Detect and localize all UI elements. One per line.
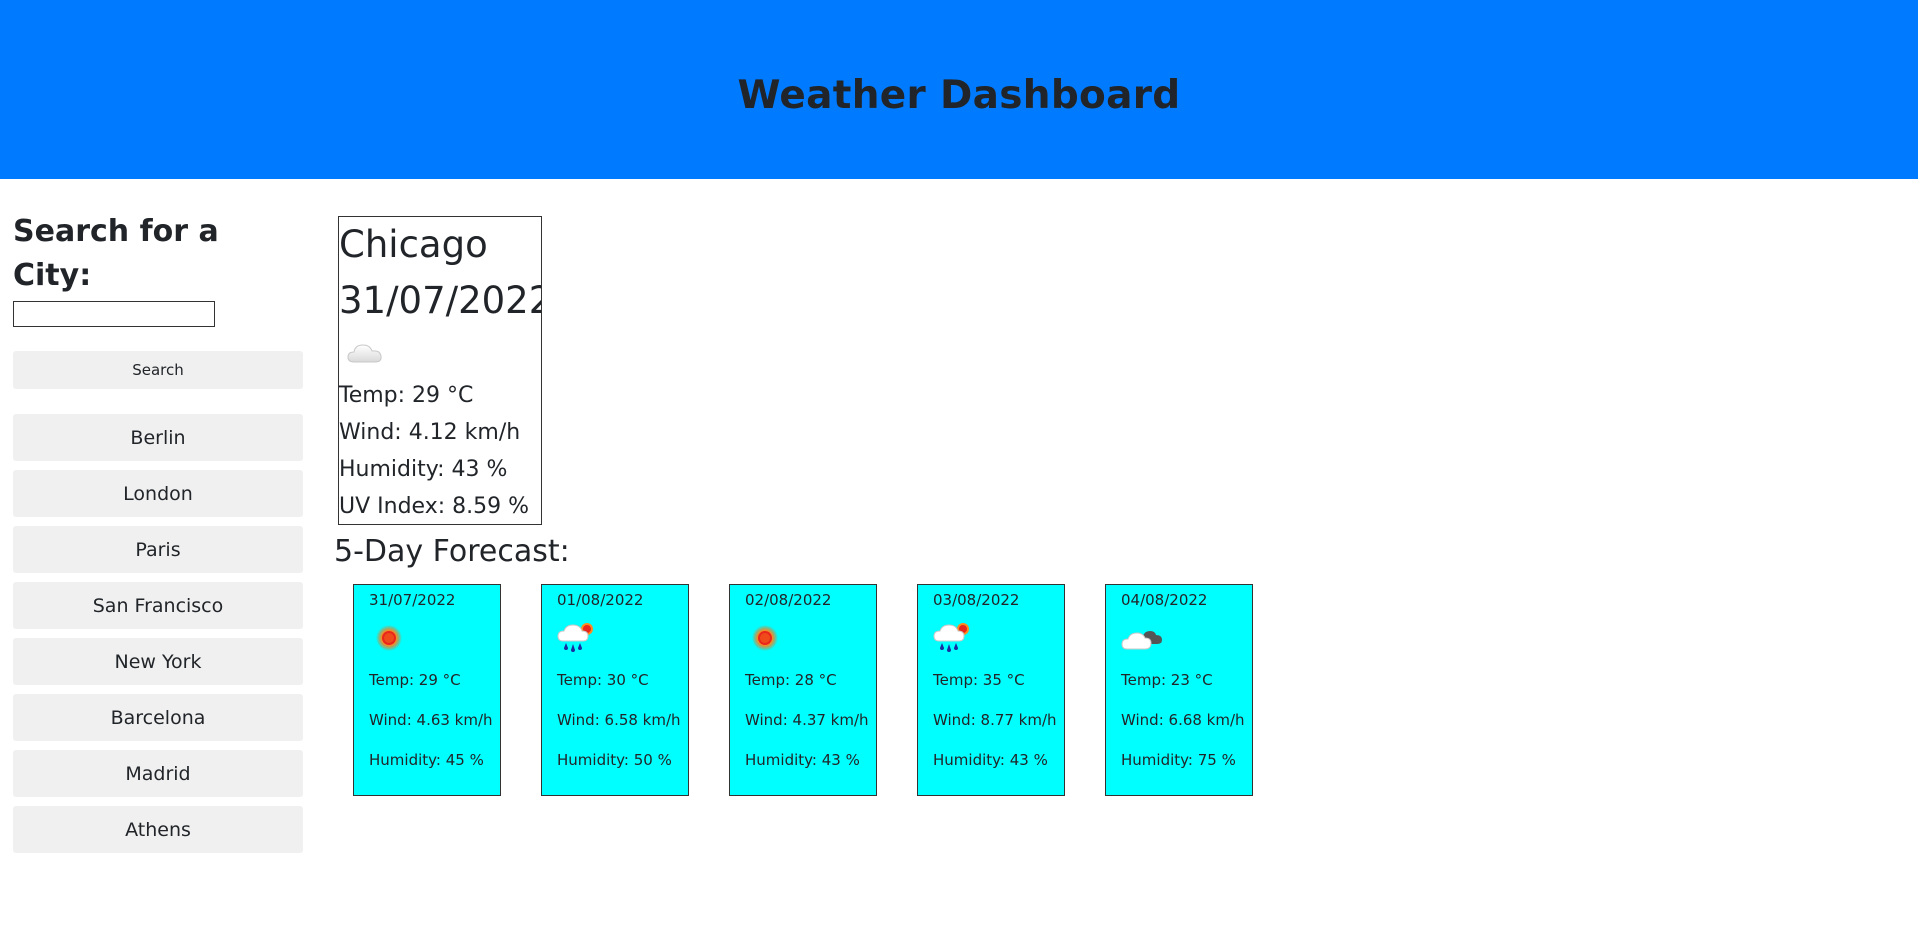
current-temp: Temp: 29 °C: [339, 383, 474, 408]
forecast-row: 31/07/2022 Temp: 29 °C Wind: 4.63 km/h H…: [353, 584, 1293, 796]
forecast-humidity: Humidity: 50 %: [557, 751, 672, 769]
forecast-day-card: 31/07/2022 Temp: 29 °C Wind: 4.63 km/h H…: [353, 584, 501, 796]
forecast-humidity: Humidity: 75 %: [1121, 751, 1236, 769]
cloud-icon: [346, 340, 384, 366]
forecast-title: 5-Day Forecast:: [334, 534, 570, 569]
current-city: Chicago: [339, 223, 488, 266]
forecast-wind: Wind: 4.37 km/h: [745, 711, 869, 729]
forecast-date: 31/07/2022: [369, 591, 456, 609]
forecast-day-card: 03/08/2022 Temp: 35 °C Wind: 8.77 km/h H…: [917, 584, 1065, 796]
history-city-button[interactable]: Madrid: [13, 750, 303, 797]
cloudy-icon: [1121, 623, 1165, 653]
forecast-date: 01/08/2022: [557, 591, 644, 609]
history-city-button[interactable]: London: [13, 470, 303, 517]
forecast-date: 02/08/2022: [745, 591, 832, 609]
header: Weather Dashboard: [0, 0, 1918, 179]
forecast-temp: Temp: 23 °C: [1121, 671, 1213, 689]
forecast-temp: Temp: 30 °C: [557, 671, 649, 689]
forecast-date: 04/08/2022: [1121, 591, 1208, 609]
current-uv-index: UV Index: 8.59 %: [339, 494, 529, 519]
history-city-button[interactable]: Athens: [13, 806, 303, 853]
current-weather-card: Chicago 31/07/2022 Temp: 29 °C Wind: 4.1…: [338, 216, 542, 525]
history-city-button[interactable]: Barcelona: [13, 694, 303, 741]
forecast-day-card: 04/08/2022 Temp: 23 °C Wind: 6.68 km/h H…: [1105, 584, 1253, 796]
forecast-day-card: 02/08/2022 Temp: 28 °C Wind: 4.37 km/h H…: [729, 584, 877, 796]
sun-icon: [745, 618, 785, 658]
forecast-wind: Wind: 4.63 km/h: [369, 711, 493, 729]
history-city-button[interactable]: San Francisco: [13, 582, 303, 629]
rain-sun-icon: [933, 621, 973, 655]
forecast-date: 03/08/2022: [933, 591, 1020, 609]
sun-icon: [369, 618, 409, 658]
current-weather-icon: [339, 329, 541, 377]
history-city-button[interactable]: New York: [13, 638, 303, 685]
rain-sun-icon: [557, 621, 597, 655]
forecast-humidity: Humidity: 43 %: [933, 751, 1048, 769]
forecast-temp: Temp: 28 °C: [745, 671, 837, 689]
sidebar: Search for a City: Search Berlin London …: [13, 210, 303, 862]
forecast-day-card: 01/08/2022 Temp: 30 °C Wind: 6.58 km/h H…: [541, 584, 689, 796]
history-city-button[interactable]: Berlin: [13, 414, 303, 461]
history-city-button[interactable]: Paris: [13, 526, 303, 573]
search-history: Berlin London Paris San Francisco New Yo…: [13, 414, 303, 853]
search-button[interactable]: Search: [13, 351, 303, 389]
forecast-wind: Wind: 8.77 km/h: [933, 711, 1057, 729]
forecast-wind: Wind: 6.58 km/h: [557, 711, 681, 729]
forecast-humidity: Humidity: 43 %: [745, 751, 860, 769]
forecast-humidity: Humidity: 45 %: [369, 751, 484, 769]
current-wind: Wind: 4.12 km/h: [339, 420, 521, 445]
forecast-wind: Wind: 6.68 km/h: [1121, 711, 1245, 729]
forecast-temp: Temp: 35 °C: [933, 671, 1025, 689]
forecast-temp: Temp: 29 °C: [369, 671, 461, 689]
current-date: 31/07/2022: [339, 279, 542, 322]
search-heading: Search for a City:: [13, 214, 219, 293]
city-search-input[interactable]: [13, 301, 215, 327]
current-humidity: Humidity: 43 %: [339, 457, 508, 482]
page-title: Weather Dashboard: [737, 73, 1181, 118]
